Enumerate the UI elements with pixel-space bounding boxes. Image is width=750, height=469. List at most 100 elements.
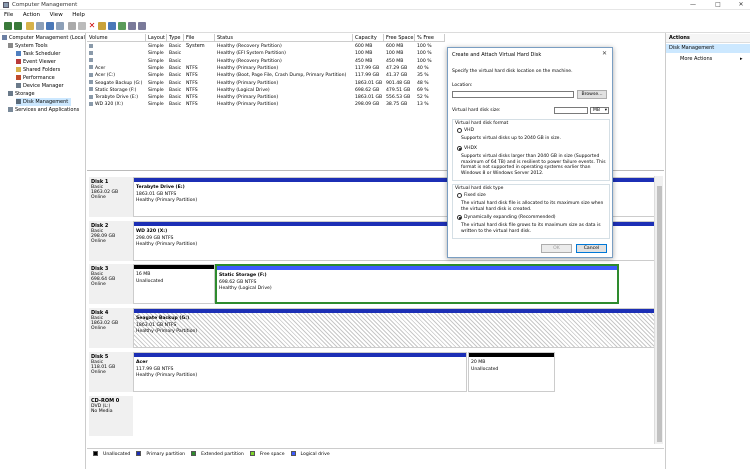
volume-cell[interactable]: 100 % <box>415 43 445 50</box>
disk-icon[interactable] <box>128 22 136 30</box>
partition[interactable]: 16 MB Unallocated <box>133 264 215 304</box>
col-status[interactable]: Status <box>215 34 353 42</box>
volume-cell[interactable]: 69 % <box>415 87 445 94</box>
size-unit-select[interactable]: MB ▾ <box>590 107 609 114</box>
volume-cell[interactable]: Healthy (Primary Partition) <box>215 94 353 101</box>
minimize-button[interactable]: — <box>686 1 700 9</box>
volume-cell[interactable]: NTFS <box>184 94 215 101</box>
col-capacity[interactable]: Capacity <box>353 34 384 42</box>
volume-cell[interactable]: Basic <box>167 72 184 79</box>
volume-cell[interactable]: Static Storage (F:) <box>87 87 146 94</box>
disk-label[interactable]: Disk 2 Basic 298.09 GB Online <box>89 221 133 261</box>
volume-cell[interactable]: Healthy (Primary Partition) <box>215 65 353 72</box>
disk-label[interactable]: Disk 3 Basic 698.64 GB Online <box>89 264 133 304</box>
ok-button[interactable]: OK <box>541 244 572 253</box>
partition[interactable]: Seagate Backup (G:) 1863.01 GB NTFS Health… <box>133 308 655 348</box>
volume-cell[interactable] <box>87 58 146 65</box>
volume-cell[interactable]: 48 % <box>415 80 445 87</box>
volume-cell[interactable]: 47.29 GB <box>384 65 415 72</box>
menu-action[interactable]: Action <box>19 10 44 20</box>
list-icon[interactable] <box>138 22 146 30</box>
volume-cell[interactable]: Simple <box>146 50 167 57</box>
tree-event-viewer[interactable]: Event Viewer <box>16 58 56 66</box>
properties-icon[interactable] <box>68 22 76 30</box>
vhdx-label[interactable]: VHDX <box>464 146 477 152</box>
volume-cell[interactable]: 35 % <box>415 72 445 79</box>
volume-cell[interactable] <box>87 50 146 57</box>
volume-cell[interactable]: 13 % <box>415 101 445 108</box>
open-icon[interactable] <box>98 22 106 30</box>
col-type[interactable]: Type <box>167 34 184 42</box>
volume-cell[interactable] <box>87 43 146 50</box>
volume-cell[interactable]: 901.48 GB <box>384 80 415 87</box>
col-filesystem[interactable]: File System <box>184 34 215 49</box>
tree-task-scheduler[interactable]: Task Scheduler <box>16 50 60 58</box>
volume-cell[interactable]: Seagate Backup (G:) <box>87 80 146 87</box>
browse-button[interactable]: Browse... <box>577 90 607 99</box>
volume-cell[interactable]: 450 MB <box>353 58 384 65</box>
menu-view[interactable]: View <box>46 10 67 20</box>
vhdx-radio[interactable] <box>457 146 462 151</box>
volume-cell[interactable]: Healthy (Primary Partition) <box>215 80 353 87</box>
volume-cell[interactable]: 556.53 GB <box>384 94 415 101</box>
volume-cell[interactable]: Simple <box>146 65 167 72</box>
col-free[interactable]: Free Space <box>384 34 415 42</box>
show-hide-tree-icon[interactable] <box>36 22 44 30</box>
volume-cell[interactable]: 450 MB <box>384 58 415 65</box>
volume-cell[interactable]: 298.09 GB <box>353 101 384 108</box>
disk-label[interactable]: Disk 5 Basic 118.01 GB Online <box>89 352 133 392</box>
partition[interactable]: Acer 117.99 GB NTFS Healthy (Primary Parti… <box>133 352 467 392</box>
volume-cell[interactable]: Acer <box>87 65 146 72</box>
volume-cell[interactable]: 100 % <box>415 58 445 65</box>
volume-cell[interactable]: 52 % <box>415 94 445 101</box>
volume-cell[interactable] <box>184 50 215 57</box>
volume-cell[interactable]: Healthy (Boot, Page File, Crash Dump, Pr… <box>215 72 353 79</box>
volume-cell[interactable]: NTFS <box>184 65 215 72</box>
volume-cell[interactable]: Terabyte Drive (E:) <box>87 94 146 101</box>
tree-root[interactable]: Computer Management (Local <box>2 34 85 42</box>
vhd-label[interactable]: VHD <box>464 128 474 134</box>
volume-cell[interactable] <box>184 58 215 65</box>
menu-file[interactable]: File <box>0 10 17 20</box>
refresh-icon[interactable] <box>78 22 86 30</box>
volume-cell[interactable]: NTFS <box>184 101 215 108</box>
volume-cell[interactable]: Healthy (Logical Drive) <box>215 87 353 94</box>
volume-cell[interactable]: Basic <box>167 87 184 94</box>
volume-cell[interactable]: WD 320 (X:) <box>87 101 146 108</box>
volume-cell[interactable]: Simple <box>146 101 167 108</box>
volume-cell[interactable]: 600 MB <box>384 43 415 50</box>
fixed-size-label[interactable]: Fixed size <box>464 193 486 199</box>
volume-cell[interactable]: Basic <box>167 80 184 87</box>
back-icon[interactable] <box>4 22 12 30</box>
disk-label[interactable]: CD-ROM 0 DVD (L:) No Media <box>89 396 133 436</box>
more-actions[interactable]: More Actions <box>680 55 712 64</box>
delete-icon[interactable]: ✕ <box>88 22 96 30</box>
volume-cell[interactable]: Basic <box>167 50 184 57</box>
partition[interactable]: Static Storage (F:) 698.62 GB NTFS Healthy… <box>215 264 619 304</box>
volume-cell[interactable]: 698.62 GB <box>353 87 384 94</box>
volume-cell[interactable]: 479.51 GB <box>384 87 415 94</box>
volume-cell[interactable]: Simple <box>146 80 167 87</box>
forward-icon[interactable] <box>14 22 22 30</box>
volume-cell[interactable]: Basic <box>167 58 184 65</box>
help-icon[interactable] <box>46 22 54 30</box>
col-pct[interactable]: % Free <box>415 34 445 42</box>
vhd-radio[interactable] <box>457 128 462 133</box>
volume-cell[interactable]: 41.37 GB <box>384 72 415 79</box>
dialog-close-icon[interactable]: ✕ <box>602 50 607 57</box>
maximize-button[interactable]: □ <box>711 1 725 9</box>
dynamic-label[interactable]: Dynamically expanding (Recommended) <box>464 215 556 221</box>
tree-services-apps[interactable]: Services and Applications <box>8 106 79 114</box>
volume-cell[interactable]: Simple <box>146 94 167 101</box>
location-input[interactable] <box>452 91 574 98</box>
volume-cell[interactable]: 600 MB <box>353 43 384 50</box>
volume-cell[interactable]: NTFS <box>184 80 215 87</box>
volume-cell[interactable]: Healthy (EFI System Partition) <box>215 50 353 57</box>
dynamic-radio[interactable] <box>457 215 462 220</box>
disk-label[interactable]: Disk 1 Basic 1863.02 GB Online <box>89 177 133 217</box>
volume-cell[interactable]: Basic <box>167 94 184 101</box>
volume-cell[interactable]: 40 % <box>415 65 445 72</box>
volume-cell[interactable]: Healthy (Primary Partition) <box>215 101 353 108</box>
col-layout[interactable]: Layout <box>146 34 167 42</box>
cancel-button[interactable]: Cancel <box>576 244 607 253</box>
